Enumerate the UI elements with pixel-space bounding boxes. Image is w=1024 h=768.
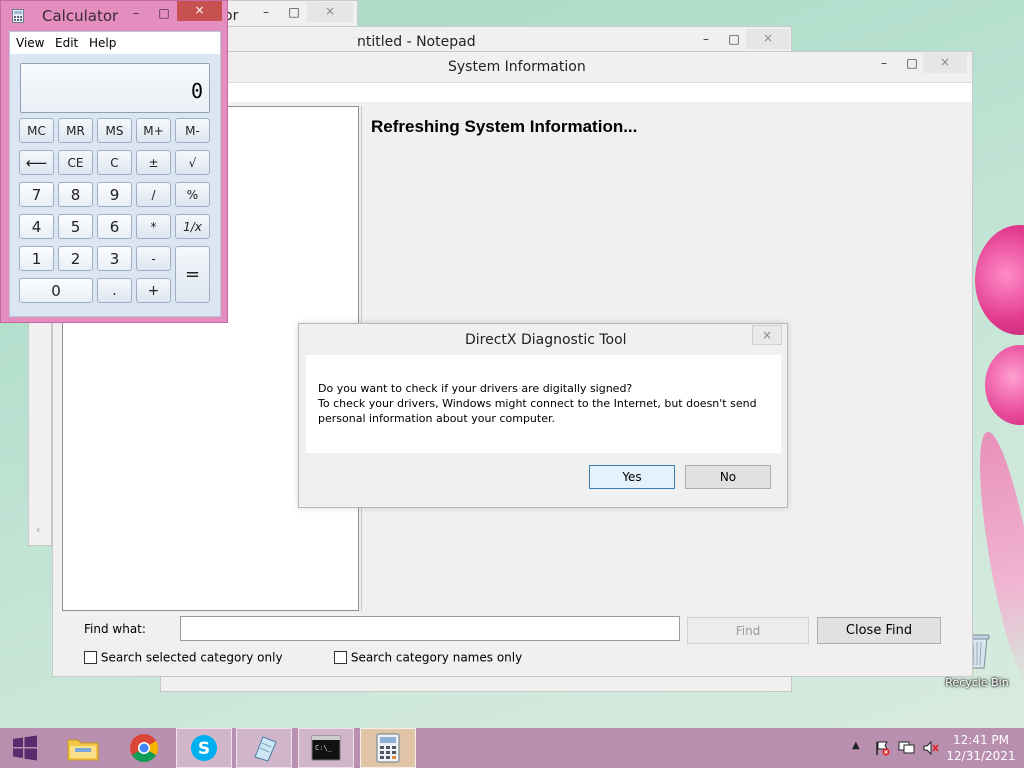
calculator-title: Calculator bbox=[42, 7, 119, 25]
dialog-message-line-3: personal information about your computer… bbox=[318, 412, 555, 425]
clock-time: 12:41 PM bbox=[953, 733, 1009, 747]
digit-9-button[interactable]: 9 bbox=[97, 182, 132, 207]
command-prompt-icon: C:\_ bbox=[311, 735, 341, 761]
action-center-flag-icon[interactable] bbox=[874, 740, 890, 756]
decimal-button[interactable]: . bbox=[97, 278, 132, 303]
directx-dialog[interactable]: DirectX Diagnostic Tool × Do you want to… bbox=[298, 323, 788, 508]
add-button[interactable]: + bbox=[136, 278, 171, 303]
maximize-button[interactable]: □ bbox=[719, 30, 749, 50]
subtract-button[interactable]: - bbox=[136, 246, 171, 271]
close-button[interactable]: × bbox=[923, 53, 967, 73]
find-input[interactable] bbox=[180, 616, 680, 641]
display-value: 0 bbox=[190, 79, 203, 103]
network-icon[interactable] bbox=[898, 740, 916, 756]
digit-1-button[interactable]: 1 bbox=[19, 246, 54, 271]
dialog-message-area: Do you want to check if your drivers are… bbox=[306, 355, 781, 453]
scroll-left-arrow-icon[interactable]: ‹ bbox=[36, 523, 40, 536]
taskbar-calculator[interactable] bbox=[360, 728, 416, 768]
search-selected-category-label: Search selected category only bbox=[100, 650, 283, 665]
no-button[interactable]: No bbox=[685, 465, 771, 489]
dialog-close-button[interactable]: × bbox=[752, 325, 782, 345]
equals-button[interactable]: = bbox=[175, 246, 210, 303]
maximize-button[interactable]: □ bbox=[279, 3, 309, 23]
svg-text:C:\_: C:\_ bbox=[315, 744, 333, 752]
digit-0-button[interactable]: 0 bbox=[19, 278, 93, 303]
wallpaper-flower bbox=[975, 225, 1024, 335]
taskbar-file-explorer[interactable] bbox=[55, 728, 111, 768]
search-category-names-label: Search category names only bbox=[350, 650, 523, 665]
close-button[interactable]: × bbox=[746, 29, 790, 49]
calculator-icon bbox=[376, 733, 400, 763]
digit-7-button[interactable]: 7 bbox=[19, 182, 54, 207]
clear-entry-button[interactable]: CE bbox=[58, 150, 93, 175]
reciprocal-button[interactable]: 1/x bbox=[175, 214, 210, 239]
minimize-button[interactable]: – bbox=[251, 3, 281, 23]
multiply-button[interactable]: * bbox=[136, 214, 171, 239]
search-category-names-checkbox[interactable]: Search category names only bbox=[334, 650, 522, 665]
memory-clear-button[interactable]: MC bbox=[19, 118, 54, 143]
close-find-button[interactable]: Close Find bbox=[817, 617, 941, 644]
minimize-button[interactable]: – bbox=[869, 54, 899, 74]
dialog-message-line-2: To check your drivers, Windows might con… bbox=[318, 397, 757, 410]
clock[interactable]: 12:41 PM 12/31/2021 bbox=[946, 732, 1016, 764]
menu-help[interactable]: Help bbox=[89, 36, 116, 50]
dialog-title: DirectX Diagnostic Tool bbox=[465, 332, 627, 348]
backspace-button[interactable]: ⟵ bbox=[19, 150, 54, 175]
svg-text:S: S bbox=[198, 739, 210, 759]
start-button[interactable] bbox=[0, 728, 50, 768]
menu-view[interactable]: View bbox=[16, 36, 44, 50]
chrome-icon bbox=[130, 734, 158, 762]
clear-button[interactable]: C bbox=[97, 150, 132, 175]
digit-3-button[interactable]: 3 bbox=[97, 246, 132, 271]
taskbar-command-prompt[interactable]: C:\_ bbox=[298, 728, 354, 768]
minimize-button[interactable]: – bbox=[691, 30, 721, 50]
sysinfo-title: System Information bbox=[448, 59, 586, 75]
taskbar: S C:\_ ▲ 12:41 PM 12/31/2021 bbox=[0, 728, 1024, 768]
find-button[interactable]: Find bbox=[687, 617, 809, 644]
memory-store-button[interactable]: MS bbox=[97, 118, 132, 143]
calculator-window[interactable]: Calculator – □ × View Edit Help 0 MC MR … bbox=[0, 0, 228, 323]
yes-button[interactable]: Yes bbox=[589, 465, 675, 489]
digit-6-button[interactable]: 6 bbox=[97, 214, 132, 239]
calculator-icon bbox=[12, 9, 24, 23]
digit-4-button[interactable]: 4 bbox=[19, 214, 54, 239]
folder-icon bbox=[67, 739, 99, 761]
calculator-menu-bar: View Edit Help bbox=[10, 32, 220, 54]
search-selected-category-checkbox[interactable]: Search selected category only bbox=[84, 650, 283, 665]
recycle-bin-label: Recycle Bin bbox=[945, 676, 1009, 689]
background-window-pane: ‹ bbox=[28, 290, 52, 546]
digit-5-button[interactable]: 5 bbox=[58, 214, 93, 239]
notepad-icon bbox=[254, 736, 277, 762]
volume-muted-icon[interactable] bbox=[922, 740, 940, 756]
divide-button[interactable]: / bbox=[136, 182, 171, 207]
calculator-display: 0 bbox=[20, 63, 210, 113]
checkbox-box[interactable] bbox=[84, 651, 97, 664]
minimize-button[interactable]: – bbox=[121, 4, 151, 24]
wallpaper-flower bbox=[985, 345, 1024, 425]
close-button[interactable]: × bbox=[177, 1, 222, 21]
menu-edit[interactable]: Edit bbox=[55, 36, 78, 50]
taskbar-notepad[interactable] bbox=[236, 728, 292, 768]
status-heading: Refreshing System Information... bbox=[371, 117, 638, 136]
close-button[interactable]: × bbox=[307, 2, 353, 22]
clock-date: 12/31/2021 bbox=[946, 749, 1016, 763]
taskbar-chrome[interactable] bbox=[116, 728, 172, 768]
percent-button[interactable]: % bbox=[175, 182, 210, 207]
dialog-message-line-1: Do you want to check if your drivers are… bbox=[318, 382, 633, 395]
memory-add-button[interactable]: M+ bbox=[136, 118, 171, 143]
memory-recall-button[interactable]: MR bbox=[58, 118, 93, 143]
memory-subtract-button[interactable]: M- bbox=[175, 118, 210, 143]
skype-icon: S bbox=[191, 735, 217, 761]
negate-button[interactable]: ± bbox=[136, 150, 171, 175]
digit-2-button[interactable]: 2 bbox=[58, 246, 93, 271]
checkbox-box[interactable] bbox=[334, 651, 347, 664]
find-label: Find what: bbox=[84, 622, 146, 636]
taskbar-skype[interactable]: S bbox=[176, 728, 232, 768]
square-root-button[interactable]: √ bbox=[175, 150, 210, 175]
maximize-button[interactable]: □ bbox=[149, 4, 179, 24]
notepad-title: ntitled - Notepad bbox=[357, 34, 476, 50]
show-hidden-icons-chevron-up-icon[interactable]: ▲ bbox=[852, 740, 860, 751]
windows-logo-icon bbox=[13, 735, 37, 761]
digit-8-button[interactable]: 8 bbox=[58, 182, 93, 207]
